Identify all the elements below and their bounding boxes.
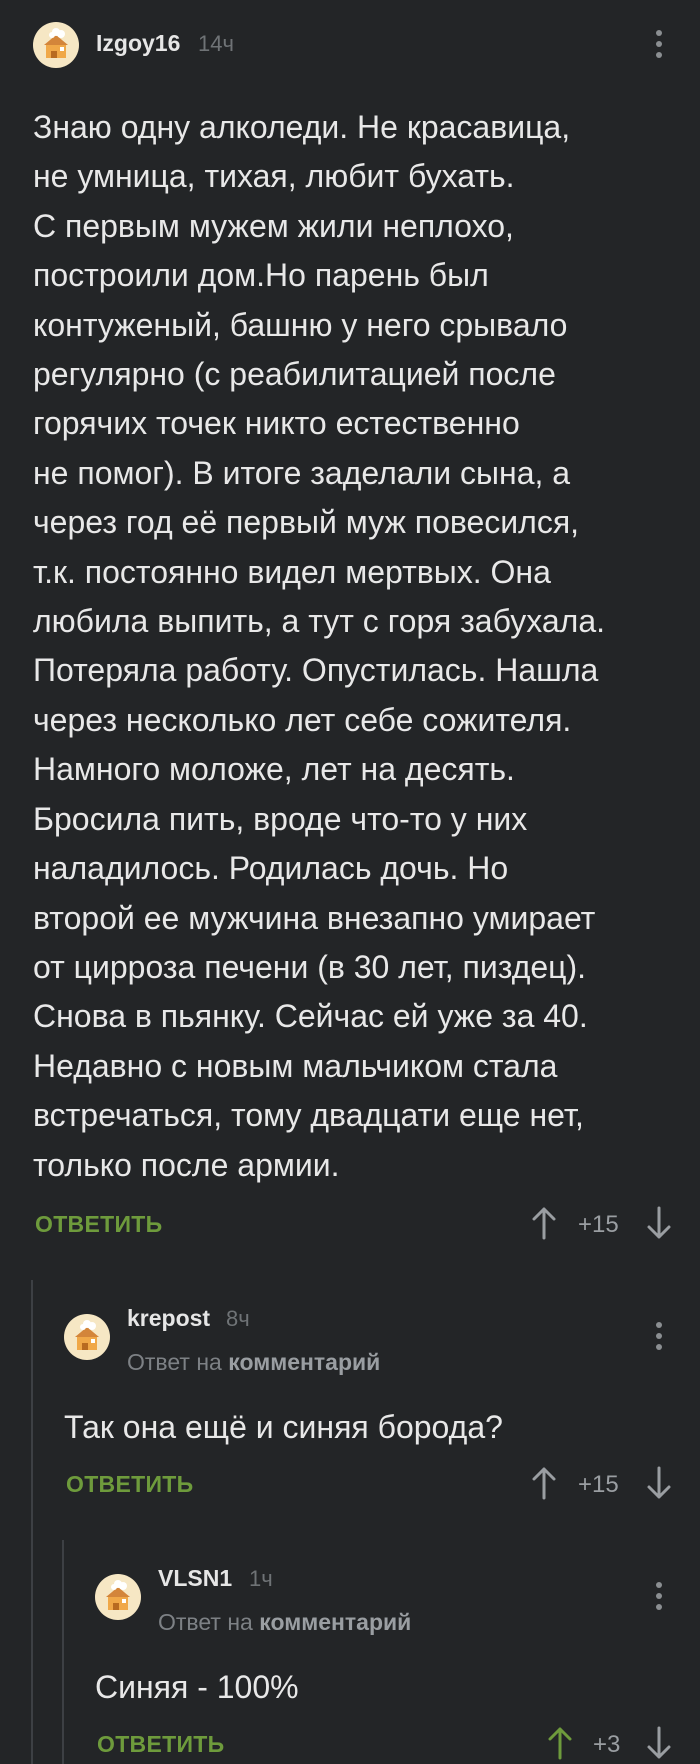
arrow-up-icon[interactable]	[530, 1206, 558, 1240]
more-vertical-icon[interactable]	[652, 1582, 666, 1614]
arrow-down-icon[interactable]	[645, 1466, 673, 1500]
thread-line	[31, 1280, 33, 1764]
comment-text: Синяя - 100%	[95, 1669, 299, 1705]
comment-time: 14ч	[198, 31, 234, 56]
avatar[interactable]	[95, 1574, 141, 1620]
comment-score: +15	[578, 1471, 619, 1498]
thread-line	[62, 1540, 64, 1764]
arrow-down-icon[interactable]	[645, 1206, 673, 1240]
reply-to-prefix: Ответ на	[127, 1349, 222, 1375]
avatar[interactable]	[64, 1314, 110, 1360]
default-avatar-icon	[44, 28, 68, 58]
comment-text: Знаю одну алколеди. Не красавица, не умн…	[33, 109, 605, 1183]
reply-to-prefix: Ответ на	[158, 1609, 253, 1635]
comment-score: +15	[578, 1211, 619, 1238]
reply-button[interactable]: ОТВЕТИТЬ	[66, 1471, 193, 1498]
comment-author[interactable]: VLSN1	[158, 1565, 232, 1592]
comment-time: 8ч	[226, 1306, 250, 1331]
arrow-down-icon[interactable]	[645, 1726, 673, 1760]
reply-to-link[interactable]: комментарий	[259, 1609, 411, 1635]
reply-to-link[interactable]: комментарий	[228, 1349, 380, 1375]
comment-time: 1ч	[249, 1566, 273, 1591]
avatar[interactable]	[33, 22, 79, 68]
reply-to-line: Ответ на комментарий	[158, 1609, 411, 1636]
comment-author[interactable]: Izgoy16	[96, 30, 180, 57]
arrow-up-icon[interactable]	[530, 1466, 558, 1500]
comment-author[interactable]: krepost	[127, 1305, 210, 1332]
comment-text: Так она ещё и синяя борода?	[64, 1409, 503, 1445]
arrow-up-icon[interactable]	[546, 1726, 574, 1760]
reply-to-line: Ответ на комментарий	[127, 1349, 380, 1376]
reply-button[interactable]: ОТВЕТИТЬ	[97, 1731, 224, 1758]
more-vertical-icon[interactable]	[652, 1322, 666, 1354]
default-avatar-icon	[75, 1320, 99, 1350]
comment-score: +3	[593, 1731, 621, 1758]
more-vertical-icon[interactable]	[652, 30, 666, 62]
default-avatar-icon	[106, 1580, 130, 1610]
reply-button[interactable]: ОТВЕТИТЬ	[35, 1211, 162, 1238]
